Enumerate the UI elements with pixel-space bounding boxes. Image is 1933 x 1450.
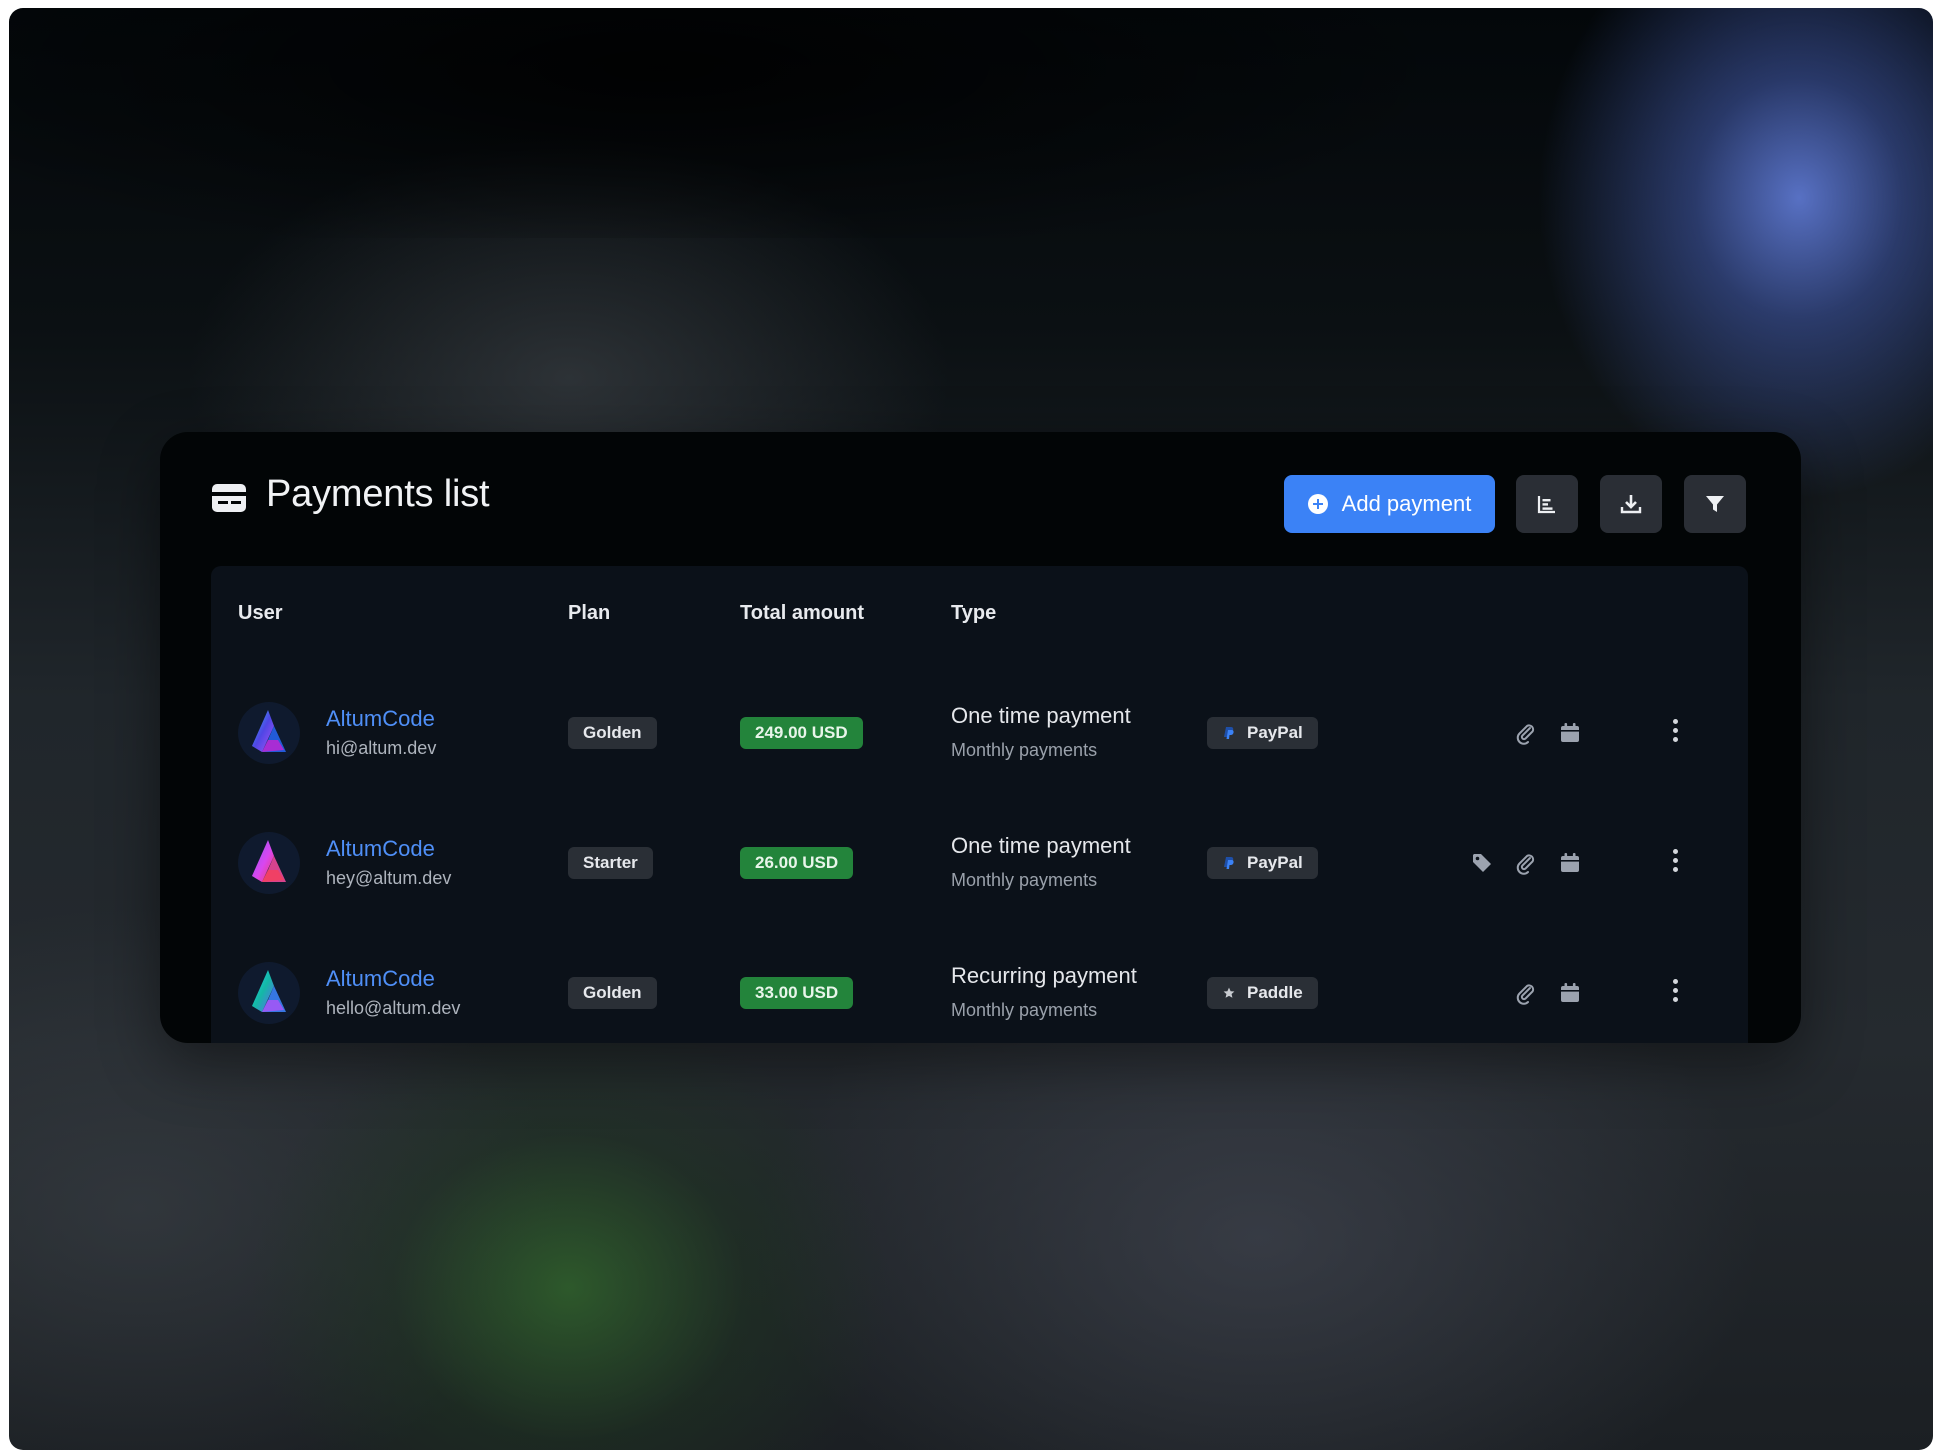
more-options-button[interactable]	[1670, 719, 1680, 747]
credit-card-icon	[212, 484, 246, 512]
attachment-button[interactable]	[1514, 981, 1538, 1005]
statistics-button[interactable]	[1516, 475, 1578, 533]
amount-badge: 249.00 USD	[740, 717, 863, 749]
star-icon	[1223, 987, 1235, 998]
download-icon	[1620, 495, 1642, 514]
user-name-link[interactable]: AltumCode	[326, 706, 435, 732]
table-row: AltumCode hi@altum.dev Golden 249.00 USD…	[211, 670, 1748, 800]
paypal-icon	[1224, 727, 1234, 739]
user-email: hey@altum.dev	[326, 868, 452, 888]
chart-icon	[1537, 496, 1555, 514]
tag-icon	[1473, 854, 1491, 872]
paypal-icon	[1224, 857, 1234, 869]
calendar-icon	[1561, 723, 1579, 742]
paperclip-icon	[1516, 984, 1535, 1005]
blurred-background: Payments list Add payment User Plan Tota…	[9, 8, 1933, 1450]
user-name-link[interactable]: AltumCode	[326, 836, 435, 862]
user-email: hello@altum.dev	[326, 998, 461, 1018]
processor-label: Paddle	[1247, 983, 1303, 1002]
export-button[interactable]	[1600, 475, 1662, 533]
processor-badge: PayPal	[1207, 717, 1318, 749]
column-header-user: User	[238, 602, 283, 624]
filter-button[interactable]	[1684, 475, 1746, 533]
filter-icon	[1706, 496, 1724, 512]
column-header-amount: Total amount	[740, 602, 865, 624]
date-button[interactable]	[1558, 981, 1582, 1005]
more-options-button[interactable]	[1670, 849, 1680, 877]
payments-panel: Payments list Add payment User Plan Tota…	[160, 432, 1801, 1043]
calendar-icon	[1561, 983, 1579, 1002]
user-email: hi@altum.dev	[326, 738, 437, 758]
processor-badge: Paddle	[1207, 977, 1318, 1009]
attachment-button[interactable]	[1514, 721, 1538, 745]
more-options-button[interactable]	[1670, 979, 1680, 1007]
paperclip-icon	[1516, 854, 1535, 875]
code-button[interactable]	[1470, 851, 1494, 875]
processor-badge: PayPal	[1207, 847, 1318, 879]
table-row: AltumCode hello@altum.dev Golden 33.00 U…	[211, 930, 1748, 1043]
table-row: AltumCode hey@altum.dev Starter 26.00 US…	[211, 800, 1748, 930]
column-header-type: Type	[951, 602, 997, 624]
avatar	[238, 962, 300, 1024]
payment-type: One time payment	[951, 703, 1131, 728]
plan-badge: Golden	[568, 977, 657, 1009]
column-header-plan: Plan	[568, 602, 611, 624]
plan-badge: Starter	[568, 847, 653, 879]
processor-label: PayPal	[1247, 853, 1303, 872]
avatar	[238, 832, 300, 894]
add-payment-button[interactable]: Add payment	[1284, 475, 1495, 533]
calendar-icon	[1561, 853, 1579, 872]
payment-frequency: Monthly payments	[951, 870, 1098, 890]
payment-frequency: Monthly payments	[951, 740, 1098, 760]
date-button[interactable]	[1558, 721, 1582, 745]
processor-label: PayPal	[1247, 723, 1303, 742]
payment-frequency: Monthly payments	[951, 1000, 1098, 1020]
plus-circle-icon	[1307, 494, 1328, 514]
amount-badge: 26.00 USD	[740, 847, 854, 879]
user-name-link[interactable]: AltumCode	[326, 966, 435, 992]
date-button[interactable]	[1558, 851, 1582, 875]
payments-table: User Plan Total amount Type AltumCode hi…	[211, 566, 1748, 1043]
payment-type: Recurring payment	[951, 963, 1137, 988]
payment-type: One time payment	[951, 833, 1131, 858]
paperclip-icon	[1516, 724, 1535, 745]
avatar	[238, 702, 300, 764]
add-payment-label: Add payment	[1341, 491, 1472, 516]
page-title: Payments list	[266, 473, 490, 515]
plan-badge: Golden	[568, 717, 657, 749]
attachment-button[interactable]	[1514, 851, 1538, 875]
amount-badge: 33.00 USD	[740, 977, 854, 1009]
